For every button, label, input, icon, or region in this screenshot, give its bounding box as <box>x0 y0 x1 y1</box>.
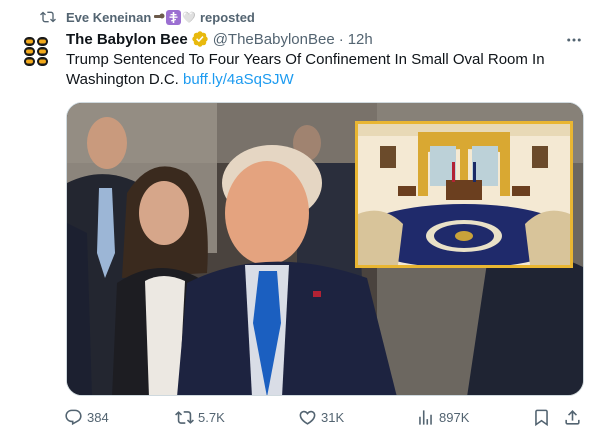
retweet-icon <box>175 410 194 424</box>
reply-button[interactable]: 384 <box>64 402 109 432</box>
share-button[interactable] <box>563 402 586 432</box>
share-icon <box>565 409 580 425</box>
like-count: 31K <box>321 409 345 425</box>
bee-logo-icon <box>24 37 48 66</box>
action-bar: 384 5.7K 31K 897K <box>58 402 586 432</box>
reply-icon <box>65 409 82 425</box>
author-name[interactable]: The Babylon Bee <box>66 31 188 48</box>
pipe-emoji-icon <box>154 13 165 19</box>
tone-glyph-icon: 🤍 <box>182 11 196 24</box>
oval-office-inset <box>355 121 573 268</box>
repost-count: 5.7K <box>198 409 225 425</box>
tweet-text: Trump Sentenced To Four Years Of Confine… <box>66 50 576 90</box>
repost-indicator[interactable]: Eve Keneinan 🤍 reposted <box>40 8 255 26</box>
tweet-body: Trump Sentenced To Four Years Of Confine… <box>66 51 545 88</box>
repost-suffix: reposted <box>199 9 255 25</box>
reposter-name[interactable]: Eve Keneinan <box>66 10 151 25</box>
retweet-icon <box>40 8 58 26</box>
orthodox-cross-icon <box>166 9 182 25</box>
avatar[interactable] <box>16 31 56 71</box>
separator: · <box>338 30 344 48</box>
oval-office-image <box>358 124 570 265</box>
like-button[interactable]: 31K <box>298 402 344 432</box>
heart-icon <box>299 410 316 425</box>
views-button[interactable]: 897K <box>416 402 469 432</box>
tweet-link[interactable]: buff.ly/4aSqSJW <box>183 71 294 88</box>
more-dots-icon <box>567 38 581 42</box>
verified-badge-icon[interactable] <box>191 30 209 48</box>
repost-button[interactable]: 5.7K <box>175 402 225 432</box>
views-count: 897K <box>439 409 470 425</box>
bookmark-icon <box>535 409 548 426</box>
tweet-media-image[interactable] <box>66 102 584 396</box>
author-handle[interactable]: @TheBabylonBee <box>213 31 335 48</box>
more-options-button[interactable] <box>564 30 584 50</box>
timestamp[interactable]: 12h <box>348 31 373 48</box>
reply-count: 384 <box>87 409 109 425</box>
bookmark-button[interactable] <box>532 402 555 432</box>
tweet-header: The Babylon Bee @TheBabylonBee · 12h <box>66 29 373 49</box>
analytics-icon <box>419 409 432 425</box>
